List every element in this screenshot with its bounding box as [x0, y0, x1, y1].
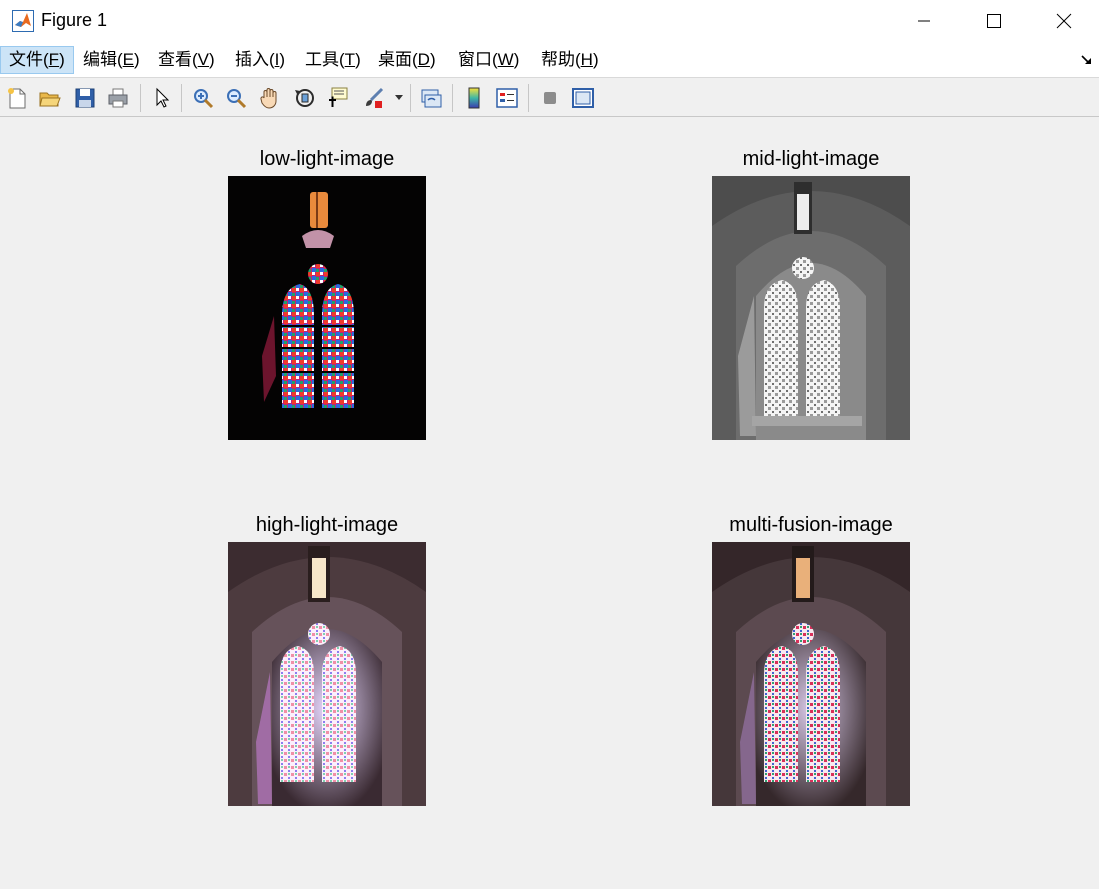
- print-icon: [108, 88, 128, 108]
- pan-button[interactable]: [256, 84, 284, 112]
- zoom-out-button[interactable]: [222, 84, 250, 112]
- menu-label: 文件(: [9, 50, 49, 69]
- subplot-title-high: high-light-image: [255, 514, 399, 536]
- show-plot-tools-button[interactable]: [569, 84, 597, 112]
- high-light-image: [228, 542, 426, 806]
- menu-edit[interactable]: 编辑(E): [75, 46, 148, 74]
- menu-suffix: ): [59, 50, 65, 69]
- toolbar-separator: [410, 84, 411, 112]
- toolbar-separator: [181, 84, 182, 112]
- menu-accel-key: W: [497, 50, 514, 69]
- fusion-window-picture: [712, 542, 910, 806]
- high-light-window-picture: [228, 542, 426, 806]
- title-bar: Figure 1: [0, 0, 1099, 42]
- open-file-icon: [39, 92, 61, 107]
- mid-light-image: [712, 176, 910, 440]
- new-figure-button[interactable]: [3, 84, 31, 112]
- hide-plot-tools-button[interactable]: [536, 84, 564, 112]
- zoom-out-icon: [227, 89, 247, 109]
- insert-colorbar-button[interactable]: [460, 84, 488, 112]
- menu-suffix: ): [209, 50, 215, 69]
- hide-plot-tools-icon: [544, 92, 556, 104]
- menu-tools[interactable]: 工具(T): [297, 46, 369, 74]
- link-plot-icon: [421, 89, 442, 108]
- menu-window[interactable]: 窗口(W): [450, 46, 527, 74]
- menu-label: 工具(: [305, 50, 345, 69]
- menu-file[interactable]: 文件(F): [0, 46, 74, 74]
- subplot-title-mid: mid-light-image: [742, 148, 880, 170]
- insert-legend-button[interactable]: [493, 84, 521, 112]
- subplot-title-low: low-light-image: [259, 148, 395, 170]
- toolbar-separator: [140, 84, 141, 112]
- save-button[interactable]: [71, 84, 99, 112]
- minimize-button[interactable]: [889, 0, 959, 42]
- menu-bar: 文件(F) 编辑(E) 查看(V) 插入(I) 工具(T) 桌面(D) 窗口(W…: [0, 42, 1099, 77]
- brush-button[interactable]: [360, 84, 388, 112]
- brush-icon: [366, 87, 384, 108]
- menu-accel-key: F: [48, 50, 60, 69]
- multi-fusion-image: [712, 542, 910, 806]
- legend-icon: [496, 88, 518, 108]
- menu-label: 编辑(: [83, 50, 123, 69]
- menu-accel-key: V: [197, 50, 210, 69]
- subplot-title-fusion: multi-fusion-image: [729, 514, 893, 536]
- toolbar-separator: [528, 84, 529, 112]
- save-icon: [75, 88, 95, 108]
- zoom-in-icon: [194, 89, 214, 109]
- dock-figure-icon[interactable]: [1080, 53, 1094, 67]
- maximize-button[interactable]: [959, 0, 1029, 42]
- edit-plot-arrow-icon: [156, 87, 170, 108]
- menu-label: 窗口(: [458, 50, 498, 69]
- maximize-icon: [987, 14, 1001, 28]
- print-button[interactable]: [104, 84, 132, 112]
- minimize-icon: [918, 20, 930, 22]
- pan-hand-icon: [260, 88, 277, 109]
- data-cursor-icon: [329, 87, 348, 107]
- menu-insert[interactable]: 插入(I): [227, 46, 293, 74]
- menu-suffix: ): [592, 50, 599, 69]
- colorbar-icon: [468, 87, 480, 109]
- menu-label: 查看(: [158, 50, 198, 69]
- menu-label: 插入(: [235, 50, 275, 69]
- figure-toolbar: [0, 77, 1099, 117]
- menu-accel-key: H: [580, 50, 593, 69]
- menu-suffix: ): [513, 50, 520, 69]
- link-plot-button[interactable]: [417, 84, 445, 112]
- close-icon: [1056, 13, 1072, 29]
- zoom-in-button[interactable]: [189, 84, 217, 112]
- window-title: Figure 1: [41, 10, 108, 30]
- new-figure-icon: [8, 88, 26, 109]
- data-cursor-button[interactable]: [324, 84, 352, 112]
- menu-accel-key: D: [417, 50, 430, 69]
- low-light-image: [228, 176, 426, 440]
- mid-light-window-picture: [712, 176, 910, 440]
- brush-dropdown-button[interactable]: [392, 84, 406, 112]
- low-light-window-picture: [228, 176, 426, 440]
- menu-suffix: ): [134, 50, 140, 69]
- toolbar-separator: [452, 84, 453, 112]
- show-plot-tools-icon: [572, 88, 594, 108]
- menu-accel-key: E: [122, 50, 135, 69]
- menu-suffix: ): [355, 50, 361, 69]
- edit-plot-button[interactable]: [148, 84, 176, 112]
- matlab-logo-icon: [12, 10, 34, 32]
- brush-dropdown-icon: [395, 95, 403, 100]
- menu-suffix: ): [429, 50, 436, 69]
- menu-help[interactable]: 帮助(H): [533, 46, 607, 74]
- close-button[interactable]: [1029, 0, 1099, 42]
- menu-accel-key: T: [344, 50, 356, 69]
- menu-label: 帮助(: [541, 50, 581, 69]
- open-file-button[interactable]: [36, 84, 64, 112]
- menu-desktop[interactable]: 桌面(D): [370, 46, 444, 74]
- menu-view[interactable]: 查看(V): [150, 46, 223, 74]
- menu-label: 桌面(: [378, 50, 418, 69]
- rotate-3d-button[interactable]: [291, 84, 319, 112]
- rotate-3d-icon: [295, 89, 314, 107]
- menu-suffix: ): [279, 50, 286, 69]
